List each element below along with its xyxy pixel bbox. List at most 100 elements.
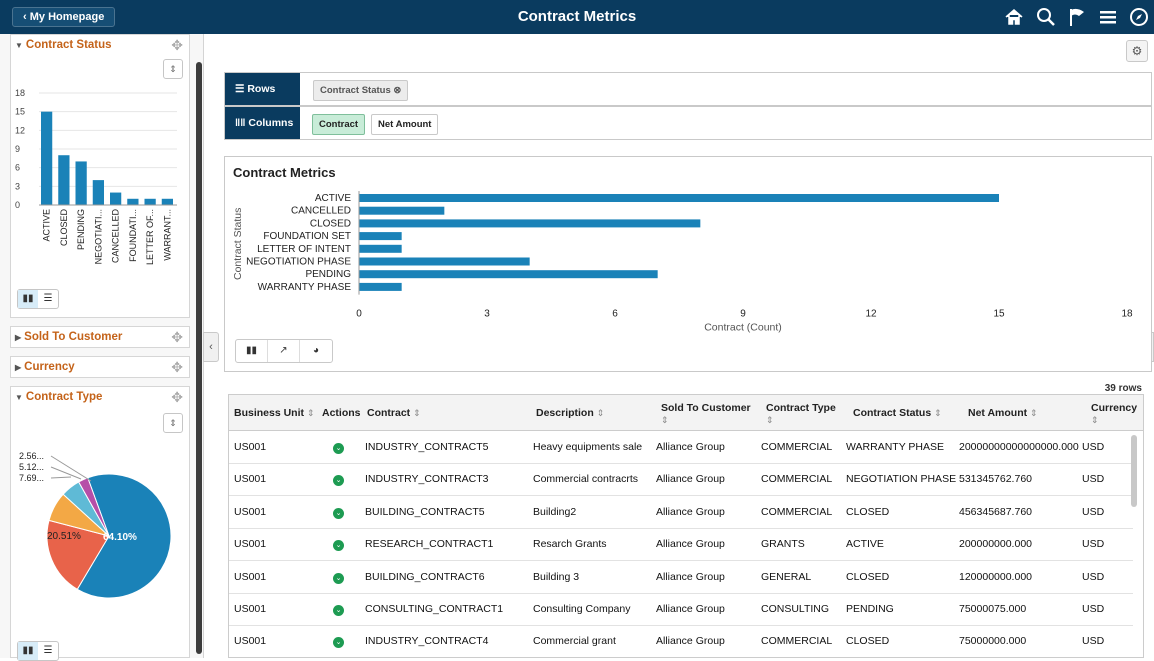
select-dropdown-button[interactable]: ⇕ bbox=[163, 413, 183, 433]
bar bbox=[41, 111, 53, 205]
actions-chevron-icon[interactable]: ⌄ bbox=[333, 443, 344, 454]
slice-label: 7.69... bbox=[19, 473, 44, 483]
x-tick-label: 6 bbox=[612, 309, 618, 320]
drag-handle-icon[interactable]: ✥ bbox=[171, 359, 183, 376]
bar-chart-icon[interactable]: ▮▮ bbox=[18, 290, 38, 308]
table-cell: COMMERCIAL bbox=[761, 473, 833, 486]
drag-handle-icon[interactable]: ✥ bbox=[171, 389, 183, 406]
actions-chevron-icon[interactable]: ⌄ bbox=[333, 475, 344, 487]
bar-chart-icon[interactable]: ▮▮ bbox=[18, 642, 38, 660]
header-description[interactable]: Description ⇕ bbox=[536, 407, 604, 419]
my-homepage-button[interactable]: ‹ My Homepage bbox=[12, 7, 116, 27]
line-chart-icon[interactable]: ↗ bbox=[268, 340, 300, 362]
leader-line bbox=[50, 476, 72, 479]
actions-chevron-icon[interactable]: ⌄ bbox=[333, 540, 344, 552]
y-tick-label: 0 bbox=[15, 200, 20, 210]
pie-chart-icon[interactable]: ◕ bbox=[300, 340, 332, 362]
contract-type-header[interactable]: ▼ Contract Type bbox=[11, 387, 189, 407]
bar bbox=[75, 161, 87, 205]
header-contract-status[interactable]: Contract Status ⇕ bbox=[853, 407, 942, 419]
table-cell: ACTIVE bbox=[846, 538, 884, 551]
header-currency[interactable]: Currency ⇕ bbox=[1091, 402, 1137, 426]
table-cell: Alliance Group bbox=[656, 635, 725, 648]
list-icon[interactable]: ☰ bbox=[38, 290, 58, 308]
slice-label: 64.10% bbox=[103, 532, 137, 543]
gear-icon[interactable]: ⚙ bbox=[1126, 40, 1148, 62]
chart-list-toggle[interactable]: ▮▮ ☰ bbox=[17, 289, 59, 309]
table-cell: Alliance Group bbox=[656, 473, 725, 486]
header-label: Sold To Customer bbox=[661, 402, 751, 414]
facet-panel: ▼ Contract Status ✥ ⇕ 0 3 6 9 12 15 18 ACTIVE CLO… bbox=[0, 34, 204, 661]
header-contract-type[interactable]: Contract Type ⇕ bbox=[766, 402, 836, 426]
header-label: Contract Status bbox=[853, 407, 932, 419]
sort-icon: ⇕ bbox=[306, 408, 315, 418]
col-chip-net-amount[interactable]: Net Amount bbox=[371, 114, 439, 135]
compass-icon[interactable] bbox=[1128, 6, 1150, 28]
x-tick-label: 18 bbox=[1121, 309, 1133, 320]
select-dropdown-button[interactable]: ⇕ bbox=[163, 59, 183, 79]
table-cell: USD bbox=[1082, 603, 1105, 615]
header-sold-to[interactable]: Sold To Customer ⇕ bbox=[661, 402, 751, 426]
x-tick-label: FOUNDATI... bbox=[128, 209, 138, 262]
sold-to-customer-title: Sold To Customer bbox=[24, 331, 123, 343]
currency-header[interactable]: ▶ Currency bbox=[11, 357, 189, 377]
bar bbox=[359, 194, 999, 202]
table-cell: Alliance Group bbox=[656, 603, 725, 615]
table-row[interactable]: ⌄ US001 CONSULTING_CONTRACT1 Consulting Com… bbox=[229, 594, 1133, 626]
chart-list-toggle[interactable]: ▮▮ ☰ bbox=[17, 641, 59, 661]
sold-to-customer-pane[interactable]: ▶ Sold To Customer ✥ bbox=[10, 326, 190, 348]
slice-label: 20.51% bbox=[47, 531, 81, 542]
sold-to-customer-header[interactable]: ▶ Sold To Customer bbox=[11, 327, 189, 347]
y-tick-label: 9 bbox=[15, 144, 20, 154]
menu-icon[interactable] bbox=[1097, 6, 1119, 28]
remove-icon[interactable]: ⊗ bbox=[393, 85, 401, 96]
drag-handle-icon[interactable]: ✥ bbox=[171, 37, 183, 54]
row-chip-contract-status[interactable]: Contract Status ⊗ bbox=[313, 80, 409, 101]
list-icon[interactable]: ☰ bbox=[38, 642, 58, 660]
table-cell: CLOSED bbox=[846, 570, 890, 583]
actions-chevron-icon[interactable]: ⌄ bbox=[333, 507, 344, 519]
table-row[interactable]: ⌄ US001 BUILDING_CONTRACT5 Building2 Allianc… bbox=[229, 497, 1133, 529]
sort-icon: ⇕ bbox=[1091, 415, 1099, 425]
contract-status-header[interactable]: ▼ Contract Status bbox=[11, 35, 189, 55]
table-cell: US001 bbox=[234, 570, 267, 583]
grid-scrollbar[interactable] bbox=[1131, 435, 1137, 507]
table-row[interactable]: ⌄ US001 INDUSTRY_CONTRACT4 Commercial grant… bbox=[229, 626, 1133, 657]
table-row[interactable]: ⌄ US001 RESEARCH_CONTRACT1 Resarch Grants Al… bbox=[229, 529, 1133, 562]
bar bbox=[144, 198, 156, 205]
x-tick-label: 3 bbox=[484, 309, 490, 320]
contract-type-pie-chart: 64.10% 20.51% 7.69...5.12...2.56... bbox=[19, 451, 172, 599]
actions-chevron-icon[interactable]: ⌄ bbox=[333, 637, 344, 649]
y-tick-label: 3 bbox=[15, 181, 20, 191]
home-icon[interactable] bbox=[1003, 6, 1025, 28]
chart-type-switcher[interactable]: ▮▮ ↗ ◕ bbox=[235, 339, 333, 363]
currency-pane[interactable]: ▶ Currency ✥ bbox=[10, 356, 190, 378]
bar bbox=[359, 206, 445, 215]
drag-handle-icon[interactable]: ✥ bbox=[171, 329, 183, 346]
actions-chevron-icon[interactable]: ⌄ bbox=[333, 605, 344, 616]
table-cell: BUILDING_CONTRACT6 bbox=[365, 570, 485, 583]
bar-chart-icon[interactable]: ▮▮ bbox=[236, 340, 268, 362]
search-icon[interactable] bbox=[1035, 6, 1057, 28]
header-net-amount[interactable]: Net Amount ⇕ bbox=[968, 407, 1038, 419]
table-cell: Alliance Group bbox=[656, 505, 725, 518]
grid-header: Business Unit ⇕ Actions Contract ⇕ Descr… bbox=[229, 395, 1143, 431]
table-row[interactable]: ⌄ US001 INDUSTRY_CONTRACT3 Commercial contr… bbox=[229, 464, 1133, 497]
bar bbox=[359, 232, 402, 241]
table-cell: 75000075.000 bbox=[959, 603, 1027, 615]
collapse-panel-button[interactable]: ‹ bbox=[203, 332, 219, 362]
table-cell: Resarch Grants bbox=[533, 538, 607, 551]
table-row[interactable]: ⌄ US001 BUILDING_CONTRACT6 Building 3 Allian… bbox=[229, 562, 1133, 594]
header-contract[interactable]: Contract ⇕ bbox=[367, 407, 421, 419]
header-business-unit[interactable]: Business Unit ⇕ bbox=[234, 407, 314, 419]
col-chip-contract[interactable]: Contract bbox=[312, 114, 366, 135]
table-cell: Alliance Group bbox=[656, 570, 725, 583]
table-cell: Building 3 bbox=[533, 570, 580, 583]
actions-chevron-icon[interactable]: ⌄ bbox=[333, 572, 344, 584]
flag-icon[interactable] bbox=[1066, 6, 1088, 28]
page-title: Contract Metrics bbox=[517, 8, 637, 25]
x-tick-label: ACTIVE bbox=[42, 209, 52, 242]
table-row[interactable]: ⌄ US001 INDUSTRY_CONTRACT5 Heavy equipments… bbox=[229, 432, 1133, 464]
x-tick-label: 0 bbox=[356, 309, 362, 320]
facet-scrollbar[interactable] bbox=[196, 62, 202, 654]
